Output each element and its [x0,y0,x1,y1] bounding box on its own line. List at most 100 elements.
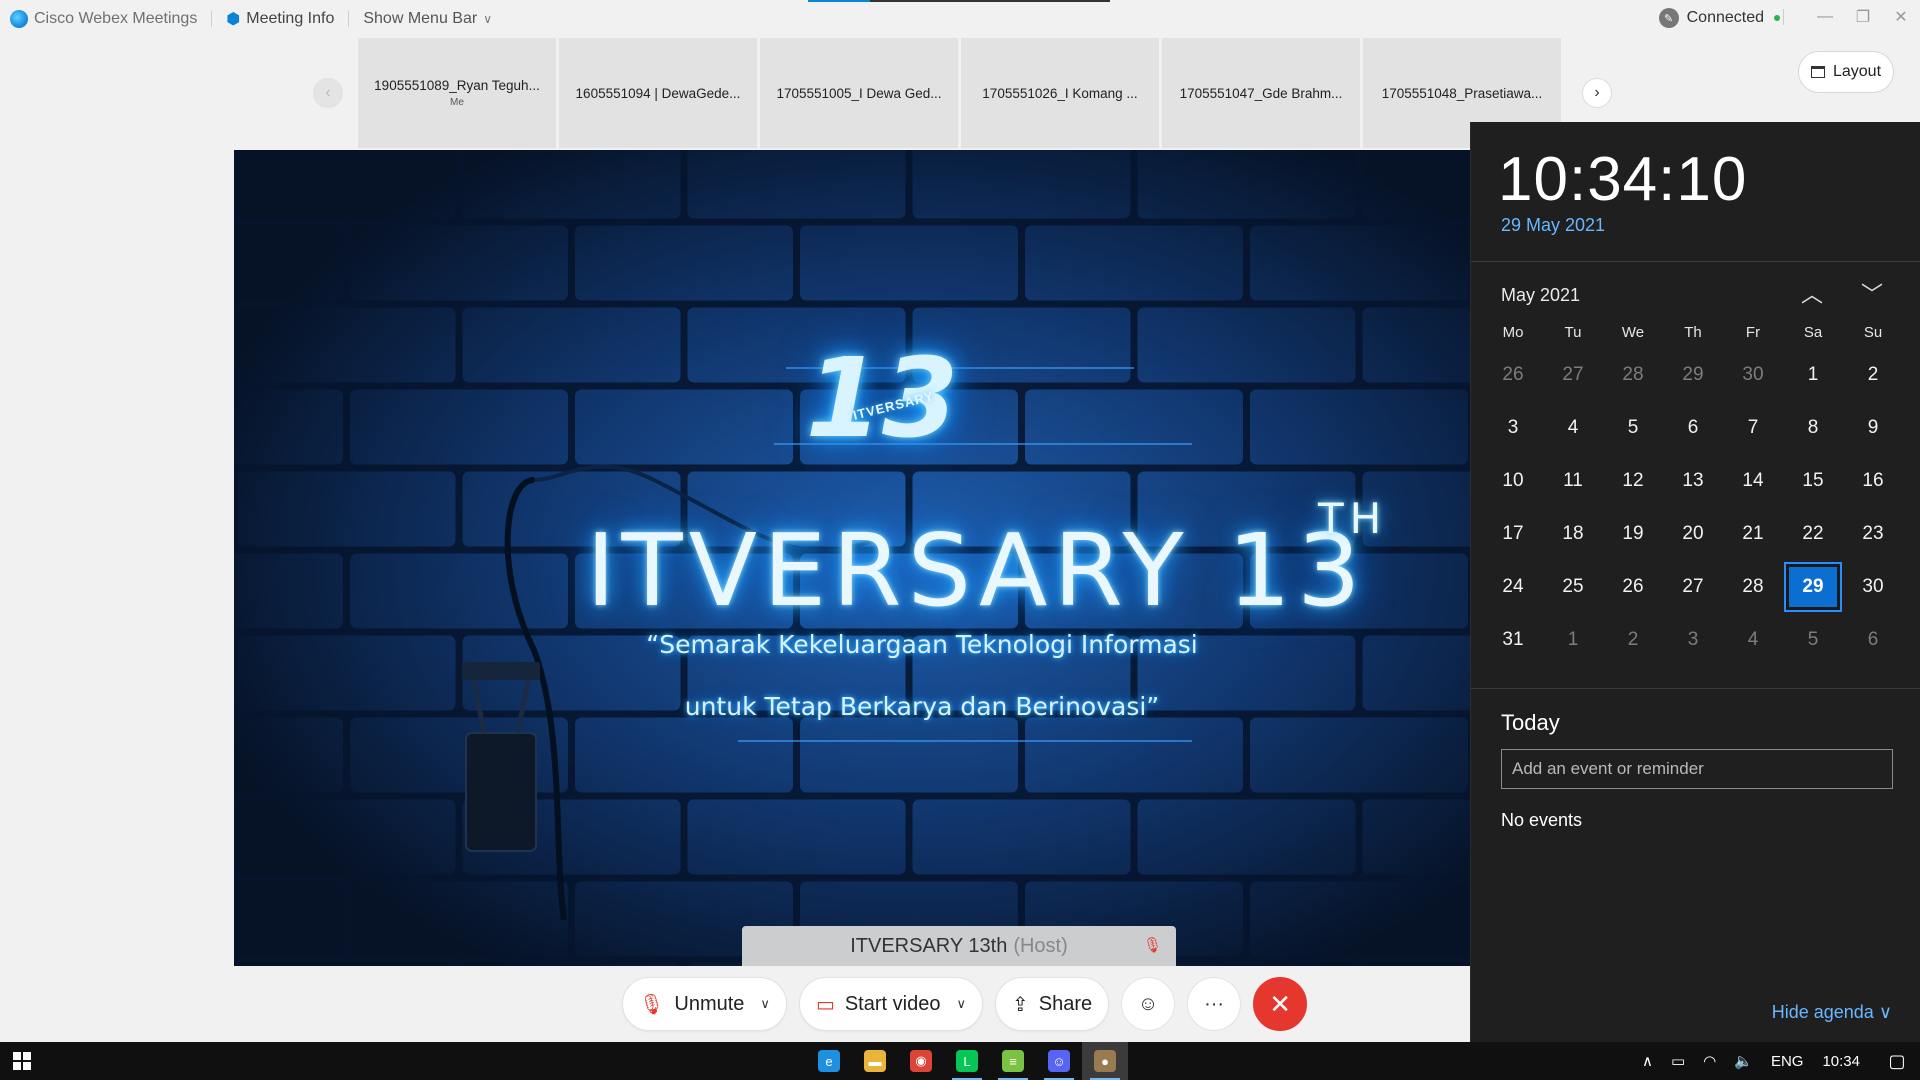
participant-strip: ‹ 1905551089_Ryan Teguh... Me 1605551094… [313,38,1612,148]
calendar-day[interactable]: 28 [1603,348,1663,401]
calendar-day[interactable]: 22 [1783,507,1843,560]
previous-month-button[interactable]: ︿ [1801,277,1823,309]
reactions-button[interactable]: ☺ [1121,977,1176,1031]
taskbar-app[interactable]: e [806,1042,852,1080]
calendar-day[interactable]: 19 [1603,507,1663,560]
calendar-day[interactable]: 11 [1543,454,1603,507]
calendar-day[interactable]: 14 [1723,454,1783,507]
current-date-link[interactable]: 29 May 2021 [1501,215,1605,236]
close-icon: ✕ [1269,988,1291,1019]
calendar-day[interactable]: 21 [1723,507,1783,560]
calendar-day[interactable]: 27 [1663,560,1723,613]
next-month-button[interactable]: ﹀ [1861,277,1883,309]
calendar-day[interactable]: 6 [1843,613,1903,666]
next-participants-button[interactable]: › [1582,78,1612,108]
weekday-label: Th [1684,324,1702,341]
participant-thumbnail[interactable]: 1705551005_I Dewa Ged... [760,38,958,148]
calendar-day[interactable]: 2 [1603,613,1663,666]
close-icon[interactable]: ✕ [1882,7,1920,27]
calendar-day[interactable]: 1 [1543,613,1603,666]
calendar-day[interactable]: 4 [1543,401,1603,454]
calendar-day[interactable]: 26 [1483,348,1543,401]
calendar-day[interactable]: 25 [1543,560,1603,613]
calendar-day[interactable]: 5 [1783,613,1843,666]
minimize-icon[interactable]: — [1806,8,1844,26]
restore-icon[interactable]: ❐ [1844,7,1882,27]
muted-mic-icon: 🎙 [639,993,665,1016]
previous-participants-button[interactable]: ‹ [313,78,343,108]
calendar-day[interactable]: 13 [1663,454,1723,507]
calendar-day-number: 30 [1862,576,1884,597]
chevron-down-icon: ∨ [483,12,492,26]
calendar-day[interactable]: 8 [1783,401,1843,454]
calendar-day[interactable]: 26 [1603,560,1663,613]
calendar-day[interactable]: 30 [1843,560,1903,613]
participant-thumbnail[interactable]: 1905551089_Ryan Teguh... Me [358,38,556,148]
calendar-day[interactable]: 24 [1483,560,1543,613]
participant-thumbnail[interactable]: 1605551094 | DewaGede... [559,38,757,148]
calendar-day[interactable]: 16 [1843,454,1903,507]
line-icon: L [956,1050,978,1072]
taskbar-app[interactable]: ▬ [852,1042,898,1080]
calendar-day[interactable]: 20 [1663,507,1723,560]
calendar-day[interactable]: 2 [1843,348,1903,401]
calendar-day-today[interactable]: 29 [1783,560,1843,613]
volume-icon[interactable]: 🔈 [1734,1052,1753,1070]
chevron-down-icon[interactable]: ∨ [956,996,966,1012]
calendar-day[interactable]: 9 [1843,401,1903,454]
calendar-day[interactable]: 23 [1843,507,1903,560]
chevron-down-icon[interactable]: ∨ [760,996,770,1012]
calendar-day[interactable]: 27 [1543,348,1603,401]
calendar-day[interactable]: 28 [1723,560,1783,613]
calendar-day[interactable]: 6 [1663,401,1723,454]
calendar-day-number: 18 [1562,523,1584,544]
chevron-up-icon[interactable]: ∧ [1642,1052,1653,1070]
start-button[interactable] [0,1042,44,1080]
notification-icon[interactable]: ▢ [1874,1051,1920,1072]
layout-button[interactable]: Layout [1798,51,1894,93]
battery-icon[interactable]: ▭ [1671,1052,1685,1070]
wifi-icon[interactable]: ◠ [1703,1052,1716,1070]
title-bar: Cisco Webex Meetings ⬢ Meeting Info Show… [0,0,1920,38]
taskbar-app[interactable]: ● [1082,1042,1128,1080]
calendar-day[interactable]: 1 [1783,348,1843,401]
add-event-input[interactable] [1501,749,1893,789]
taskbar-app[interactable]: ≡ [990,1042,1036,1080]
calendar-day[interactable]: 12 [1603,454,1663,507]
meeting-info-label: Meeting Info [246,10,335,27]
calendar-day[interactable]: 31 [1483,613,1543,666]
taskbar-app[interactable]: L [944,1042,990,1080]
calendar-day[interactable]: 18 [1543,507,1603,560]
participant-thumbnail[interactable]: 1705551047_Gde Brahm... [1162,38,1360,148]
show-menu-bar-button[interactable]: Show Menu Bar ∨ [363,10,492,28]
calendar-day[interactable]: 7 [1723,401,1783,454]
meeting-info-button[interactable]: ⬢ Meeting Info [226,9,334,29]
calendar-day[interactable]: 3 [1663,613,1723,666]
taskbar-clock[interactable]: 10:34 [1822,1053,1860,1070]
hide-agenda-button[interactable]: Hide agenda ∨ [1772,1002,1892,1023]
calendar-day[interactable]: 10 [1483,454,1543,507]
calendar-day[interactable]: 30 [1723,348,1783,401]
weekday-label: Mo [1502,324,1524,341]
start-video-button[interactable]: ▭ Start video ∨ [798,977,983,1031]
connection-status[interactable]: ✎ Connected [1658,8,1780,28]
participant-thumbnail[interactable]: 1705551026_I Komang ... [961,38,1159,148]
calendar-day[interactable]: 17 [1483,507,1543,560]
divider [1783,9,1784,25]
more-options-button[interactable]: ··· [1187,977,1242,1031]
calendar-day[interactable]: 15 [1783,454,1843,507]
show-menu-bar-label: Show Menu Bar [363,10,478,27]
calendar-day[interactable]: 5 [1603,401,1663,454]
month-label[interactable]: May 2021 [1501,285,1580,306]
taskbar-app[interactable]: ◉ [898,1042,944,1080]
share-button[interactable]: ⇪ Share [994,977,1110,1031]
language-indicator[interactable]: ENG [1771,1053,1804,1070]
taskbar-app[interactable]: ☺ [1036,1042,1082,1080]
unmute-button[interactable]: 🎙 Unmute ∨ [622,977,787,1031]
calendar-day[interactable]: 3 [1483,401,1543,454]
participant-name: 1705551005_I Dewa Ged... [776,85,942,101]
calendar-day[interactable]: 29 [1663,348,1723,401]
drag-handle[interactable] [808,0,1110,2]
calendar-day[interactable]: 4 [1723,613,1783,666]
leave-meeting-button[interactable]: ✕ [1253,977,1308,1031]
